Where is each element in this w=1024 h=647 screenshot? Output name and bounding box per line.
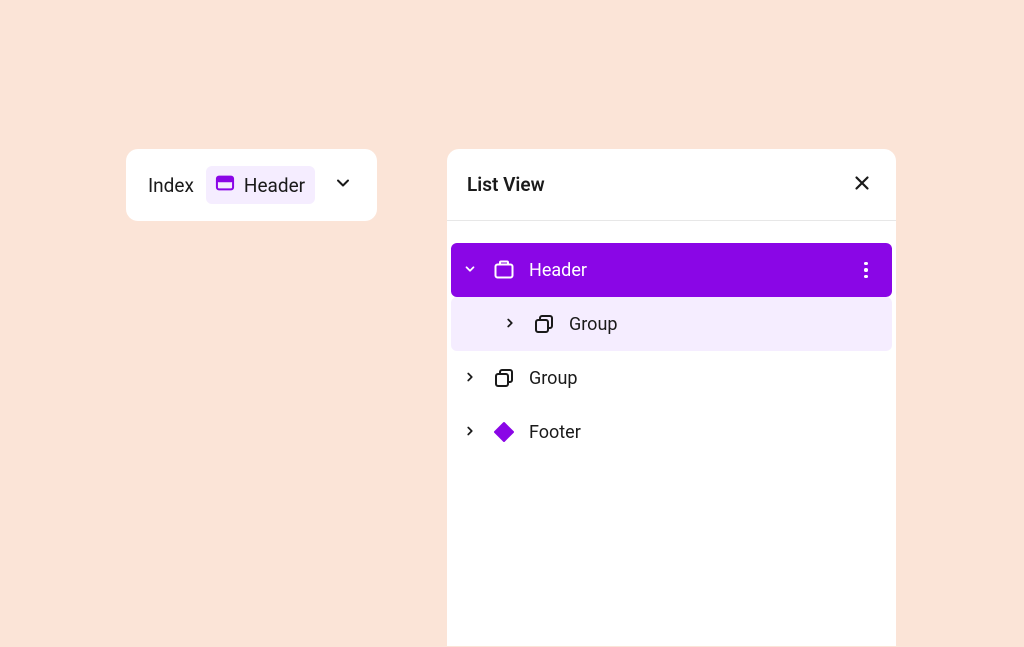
tree-item-label: Group — [569, 314, 876, 335]
list-view-panel: List View — [447, 149, 896, 646]
collapse-button[interactable] — [461, 260, 479, 281]
tree-item-group-child[interactable]: Group — [451, 297, 892, 351]
expand-button[interactable] — [501, 314, 519, 335]
expand-button[interactable] — [461, 368, 479, 389]
close-button[interactable] — [848, 171, 876, 199]
template-part-icon — [491, 420, 517, 444]
group-block-icon — [491, 366, 517, 390]
tree-item-label: Group — [529, 368, 876, 389]
tree-item-footer[interactable]: Footer — [451, 405, 892, 459]
header-block-icon — [491, 258, 517, 282]
tree-item-group[interactable]: Group — [451, 351, 892, 405]
panel-title: List View — [467, 173, 545, 196]
chevron-down-icon — [463, 260, 477, 281]
tree-item-label: Footer — [529, 422, 876, 443]
panel-header: List View — [447, 149, 896, 221]
chevron-right-icon — [503, 314, 517, 335]
header-block-icon — [214, 172, 236, 198]
breadcrumb-current-label: Header — [244, 174, 305, 197]
breadcrumb-current[interactable]: Header — [206, 166, 315, 204]
chevron-right-icon — [463, 368, 477, 389]
breadcrumb: Index Header — [126, 149, 377, 221]
tree-item-header[interactable]: Header — [451, 243, 892, 297]
breadcrumb-root[interactable]: Index — [148, 174, 194, 197]
chevron-down-icon — [333, 173, 353, 197]
more-options-button[interactable] — [856, 262, 876, 279]
close-icon — [851, 172, 873, 198]
chevron-right-icon — [463, 422, 477, 443]
tree-item-label: Header — [529, 260, 844, 281]
expand-button[interactable] — [461, 422, 479, 443]
block-tree: Header Group — [447, 221, 896, 459]
breadcrumb-dropdown-button[interactable] — [327, 173, 359, 197]
group-block-icon — [531, 312, 557, 336]
